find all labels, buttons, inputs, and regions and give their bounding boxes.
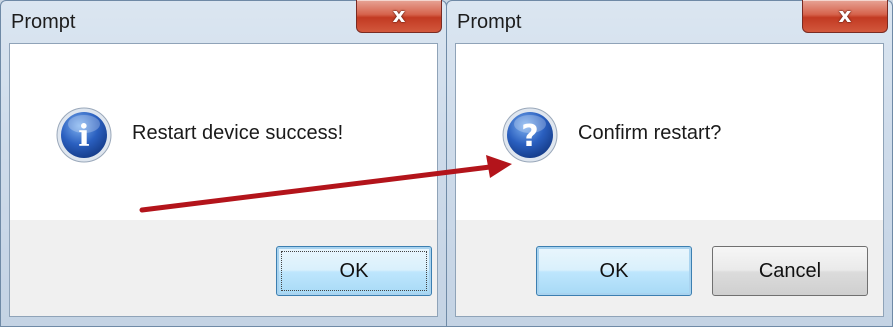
info-glyph: i [78, 119, 89, 154]
ok-button[interactable]: OK [536, 246, 692, 296]
dialog-title: Prompt [11, 11, 76, 33]
ok-button-label: OK [599, 259, 629, 282]
dialog-body: ? Confirm restart? OK Cancel [455, 43, 884, 317]
close-icon: x [392, 3, 406, 27]
message-area: ? Confirm restart? [456, 44, 883, 220]
message-area: i Restart device success! [10, 44, 437, 220]
info-icon: i [55, 106, 113, 164]
cancel-button-label: Cancel [758, 259, 822, 282]
dialog-message: Confirm restart? [578, 122, 722, 144]
ok-button[interactable]: OK [276, 246, 432, 296]
focus-indicator [281, 251, 427, 291]
info-dialog: Prompt x i Restart device success! OK [0, 0, 447, 327]
question-glyph: ? [521, 119, 538, 154]
close-icon: x [838, 3, 852, 27]
dialog-title: Prompt [457, 11, 522, 33]
close-button[interactable]: x [802, 0, 888, 33]
title-bar[interactable]: Prompt x [447, 0, 892, 43]
close-button[interactable]: x [356, 0, 442, 33]
dialog-body: i Restart device success! OK [9, 43, 438, 317]
question-icon: ? [501, 106, 559, 164]
dialog-message: Restart device success! [132, 122, 344, 144]
confirm-dialog: Prompt x ? Confirm restart? OK Cancel [446, 0, 893, 327]
cancel-button[interactable]: Cancel [712, 246, 868, 296]
title-bar[interactable]: Prompt x [1, 0, 446, 43]
